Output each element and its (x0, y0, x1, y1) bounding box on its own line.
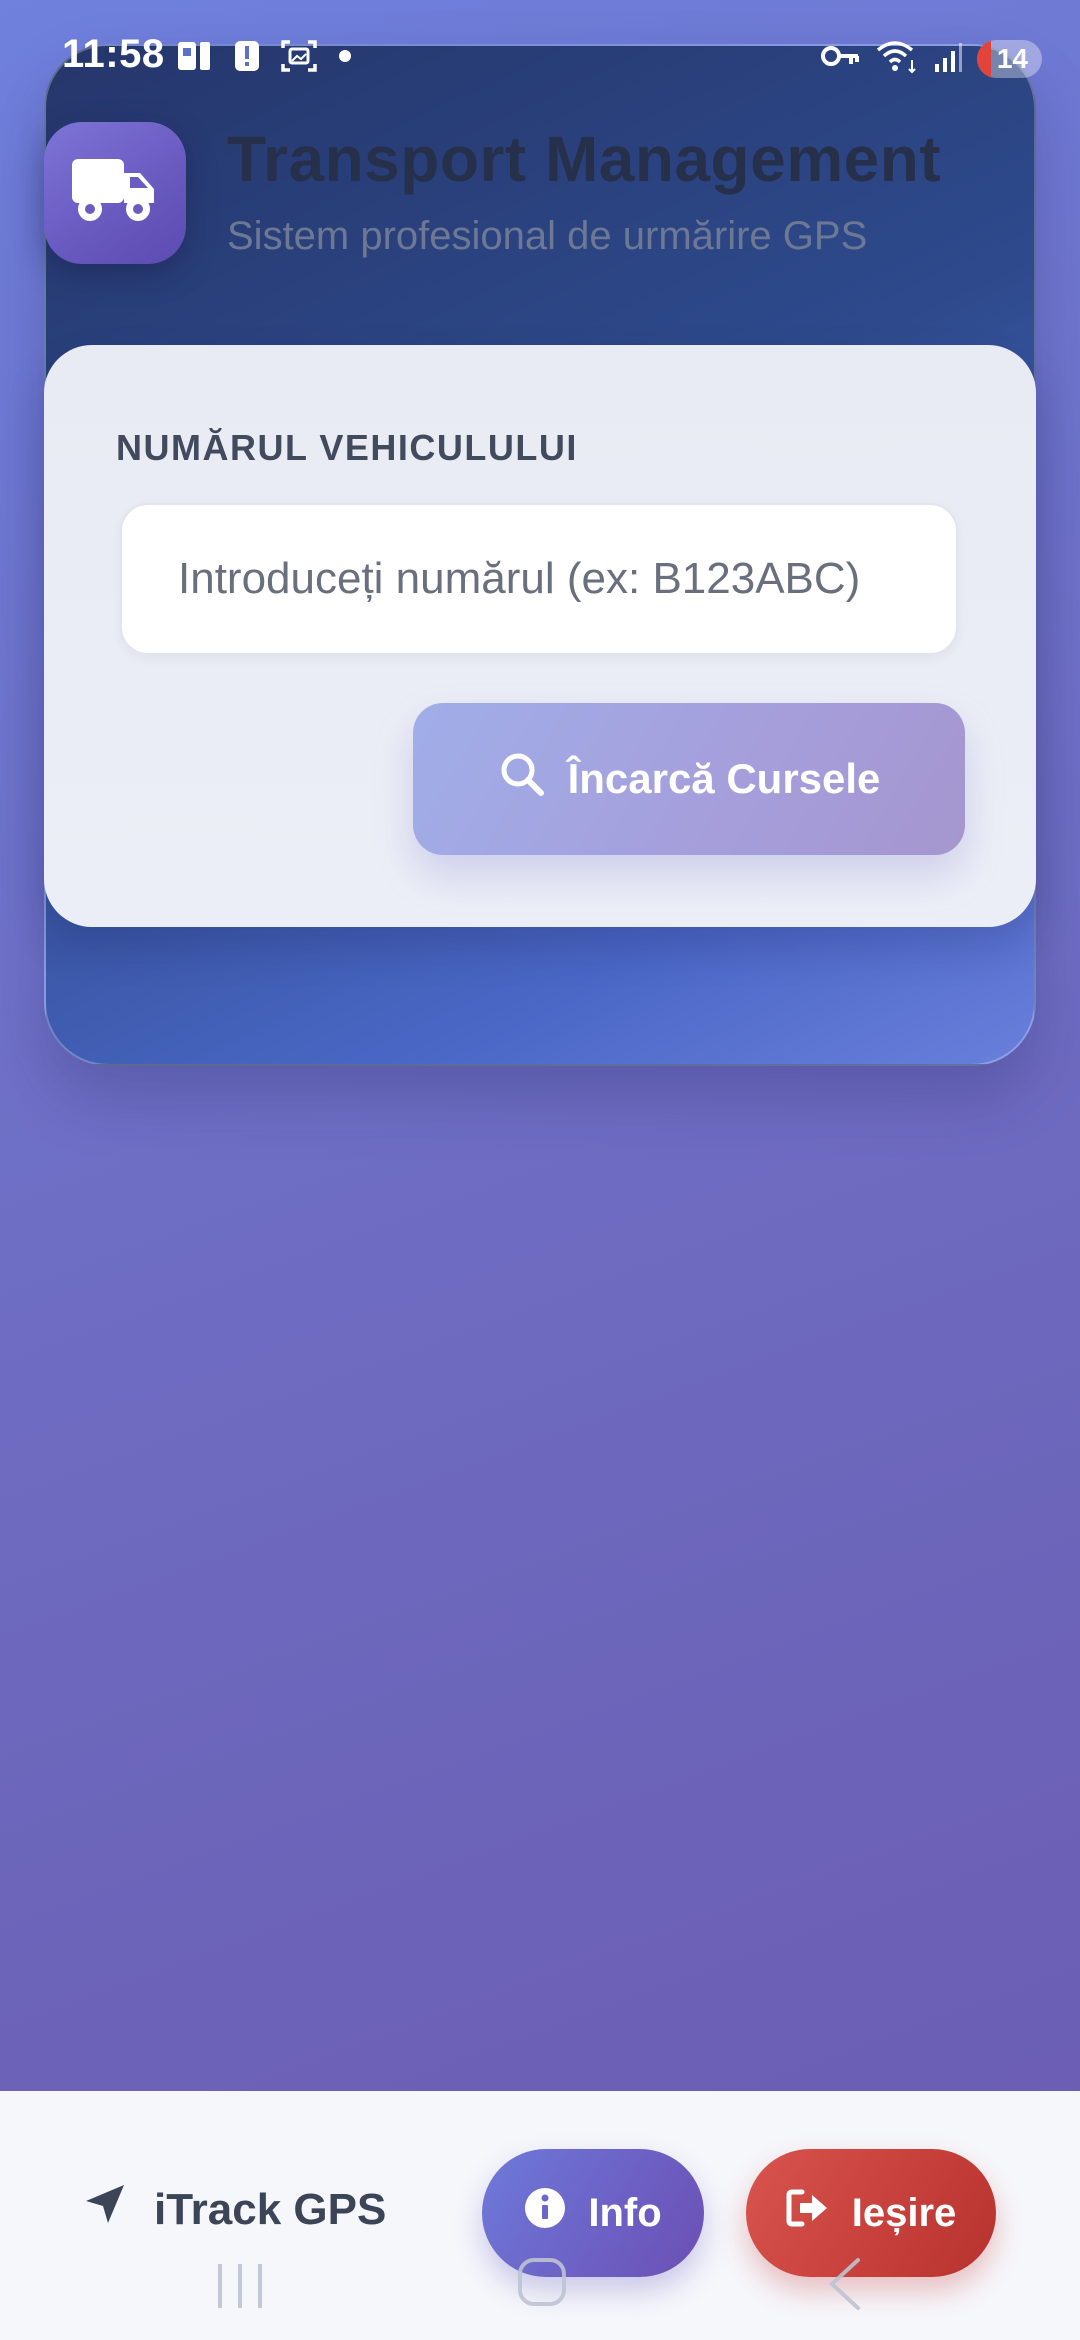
vehicle-form-card: NUMĂRUL VEHICULULUI Încarcă Cursele (44, 345, 1036, 927)
screenshot-icon (280, 38, 318, 79)
wifi-icon (875, 38, 919, 79)
load-routes-button[interactable]: Încarcă Cursele (413, 703, 965, 855)
alert-icon (234, 38, 260, 79)
app-logo (44, 122, 186, 264)
battery-icon: 14 (976, 39, 1042, 78)
load-routes-label: Încarcă Cursele (567, 755, 881, 802)
truck-icon (70, 155, 160, 232)
back-icon[interactable] (820, 2254, 870, 2314)
exit-label: Ieșire (851, 2190, 957, 2235)
info-icon (524, 2187, 566, 2239)
signal-icon (933, 38, 963, 79)
status-notification-icons (174, 38, 352, 79)
home-icon[interactable] (516, 2256, 568, 2308)
status-time: 11:58 (62, 32, 165, 76)
sign-out-icon (786, 2188, 830, 2238)
recents-icon[interactable] (212, 2258, 268, 2314)
app-header: Transport Management Sistem profesional … (44, 122, 1036, 272)
vpn-key-icon (820, 41, 861, 76)
status-system-icons: 14 (820, 38, 1042, 79)
brand-label: iTrack GPS (154, 2184, 387, 2234)
info-label: Info (588, 2190, 662, 2235)
page-subtitle: Sistem profesional de urmărire GPS (227, 214, 868, 258)
brand: iTrack GPS (84, 2183, 386, 2236)
battery-level: 14 (996, 42, 1028, 74)
sim-card-icon (174, 38, 214, 79)
vehicle-number-label: NUMĂRUL VEHICULULUI (116, 427, 578, 468)
vehicle-number-input[interactable] (120, 503, 958, 655)
location-arrow-icon (84, 2183, 126, 2236)
system-nav-bar (0, 2240, 1080, 2340)
page-title: Transport Management (227, 123, 942, 195)
search-icon (498, 750, 546, 808)
status-bar: 11:58 14 (0, 0, 1080, 118)
dot-icon (338, 38, 352, 79)
